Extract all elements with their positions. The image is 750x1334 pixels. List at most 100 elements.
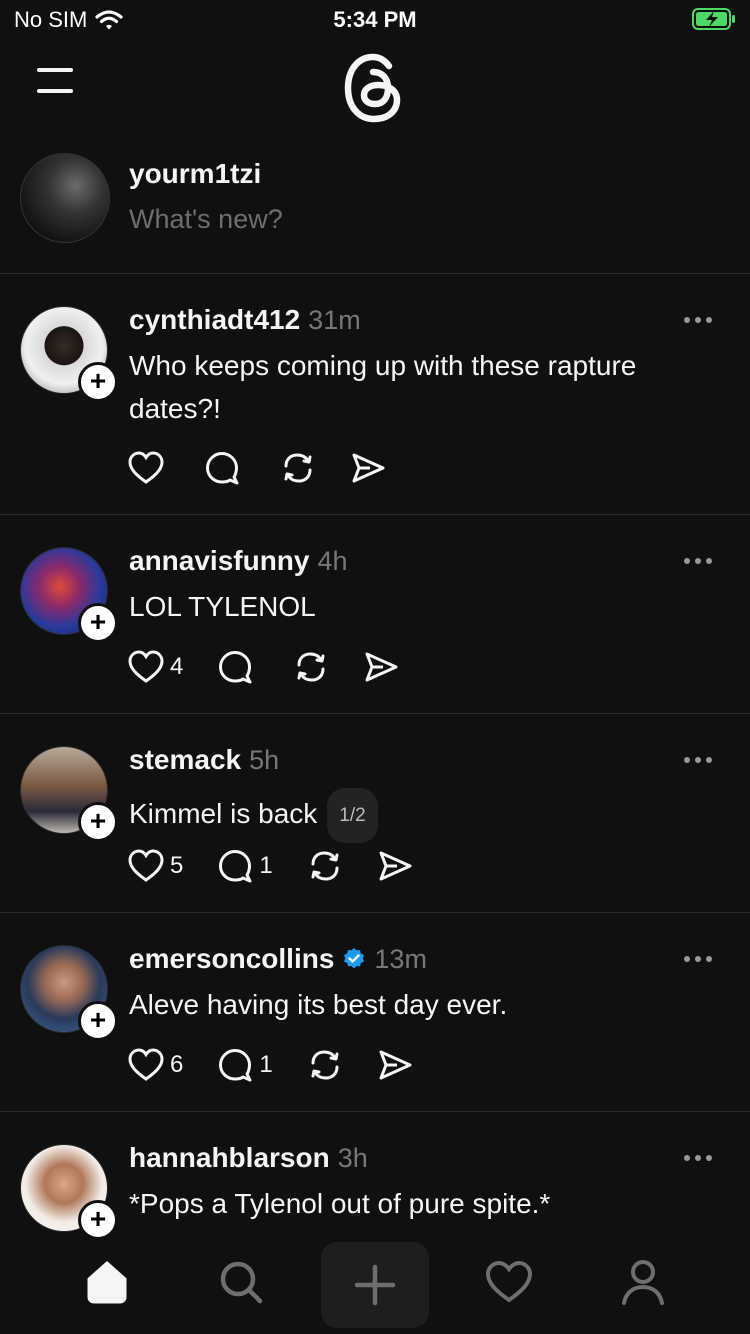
post-avatar[interactable]: + xyxy=(20,945,118,1041)
tab-profile[interactable] xyxy=(613,1252,673,1312)
send-icon xyxy=(379,851,412,881)
tab-compose[interactable] xyxy=(321,1242,429,1328)
more-options-button[interactable] xyxy=(684,1148,720,1168)
post-avatar[interactable]: + xyxy=(20,547,118,643)
comment-icon xyxy=(206,452,239,485)
reply-button[interactable]: 1 xyxy=(217,1047,273,1083)
post-actions: 6 1 xyxy=(128,1047,447,1083)
more-options-button[interactable] xyxy=(684,310,720,330)
tab-search[interactable] xyxy=(211,1252,271,1312)
post-time: 3h xyxy=(337,1142,368,1173)
verified-badge-icon xyxy=(344,948,365,969)
post-username[interactable]: annavisfunny xyxy=(129,545,309,577)
status-time: 5:34 PM xyxy=(333,7,417,32)
reply-button[interactable]: 1 xyxy=(217,848,273,884)
activity-heart-icon xyxy=(485,1260,533,1303)
post-text: *Pops a Tylenol out of pure spite.* xyxy=(129,1188,551,1219)
comment-icon xyxy=(219,850,252,883)
follow-button[interactable]: + xyxy=(78,362,118,402)
feed-post: + emersoncollins 13m Aleve having its be… xyxy=(0,913,750,1112)
thread-pager-badge: 1/2 xyxy=(327,788,378,843)
tab-home[interactable] xyxy=(77,1252,137,1312)
post-text: Kimmel is back xyxy=(129,797,318,829)
reply-count: 1 xyxy=(259,852,273,879)
reply-count: 1 xyxy=(259,1051,273,1078)
menu-button[interactable] xyxy=(34,68,78,104)
post-username[interactable]: stemack xyxy=(129,744,241,776)
post-time: 5h xyxy=(249,744,280,775)
post-avatar[interactable]: + xyxy=(20,746,118,842)
tab-activity[interactable] xyxy=(479,1252,539,1312)
send-icon xyxy=(365,652,398,682)
comment-icon xyxy=(219,651,252,684)
post-text-row: Kimmel is back 1/2 xyxy=(129,788,719,843)
follow-button[interactable]: + xyxy=(78,802,118,842)
post-header: emersoncollins 13m xyxy=(129,943,427,975)
repost-button[interactable] xyxy=(280,450,316,486)
post-username[interactable]: emersoncollins xyxy=(129,943,334,975)
post-avatar[interactable]: + xyxy=(20,1144,118,1240)
send-icon xyxy=(379,1050,412,1080)
send-icon xyxy=(352,453,385,483)
post-text: Aleve having its best day ever. xyxy=(129,989,508,1020)
post-time: 31m xyxy=(308,304,361,335)
threads-logo-icon[interactable] xyxy=(342,52,408,124)
new-thread-composer[interactable]: yourm1tzi What's new? xyxy=(0,145,750,274)
profile-icon xyxy=(622,1260,664,1305)
post-text: Who keeps coming up with these rapture d… xyxy=(129,350,637,424)
share-button[interactable] xyxy=(377,1047,413,1083)
like-count: 5 xyxy=(170,852,184,879)
post-username[interactable]: cynthiadt412 xyxy=(129,304,300,336)
search-icon xyxy=(220,1261,263,1304)
heart-icon xyxy=(128,650,164,683)
heart-icon xyxy=(128,1048,164,1081)
reply-button[interactable] xyxy=(217,649,259,685)
more-options-button[interactable] xyxy=(684,949,720,969)
post-header: annavisfunny 4h xyxy=(129,545,348,577)
comment-icon xyxy=(219,1049,252,1082)
like-button[interactable]: 5 xyxy=(128,849,183,883)
feed-post: + annavisfunny 4h LOL TYLENOL 4 xyxy=(0,515,750,714)
repost-button[interactable] xyxy=(293,649,329,685)
menu-line xyxy=(37,89,73,93)
home-icon xyxy=(87,1261,127,1304)
like-count: 4 xyxy=(170,653,184,680)
battery-charging-icon xyxy=(692,8,735,30)
bottom-tab-bar xyxy=(0,1240,750,1334)
follow-button[interactable]: + xyxy=(78,1200,118,1240)
more-options-button[interactable] xyxy=(684,551,720,571)
like-button[interactable] xyxy=(128,451,170,485)
repost-icon xyxy=(297,652,325,682)
composer-username: yourm1tzi xyxy=(129,158,262,189)
feed-post: + cynthiadt412 31m Who keeps coming up w… xyxy=(0,274,750,515)
post-username[interactable]: hannahblarson xyxy=(129,1142,330,1174)
follow-button[interactable]: + xyxy=(78,1001,118,1041)
status-bar: No SIM 5:34 PM xyxy=(0,0,750,40)
repost-icon xyxy=(311,1050,339,1080)
menu-line xyxy=(37,68,73,72)
repost-icon xyxy=(284,453,312,483)
like-count: 6 xyxy=(170,1051,184,1078)
feed-post: + stemack 5h Kimmel is back 1/2 5 1 xyxy=(0,714,750,913)
heart-icon xyxy=(128,849,164,882)
more-options-button[interactable] xyxy=(684,750,720,770)
composer-input[interactable]: What's new? xyxy=(129,204,283,235)
follow-button[interactable]: + xyxy=(78,603,118,643)
post-time: 13m xyxy=(374,943,427,974)
reply-button[interactable] xyxy=(204,450,246,486)
post-actions: 4 xyxy=(128,649,433,685)
post-header: stemack 5h xyxy=(129,744,279,776)
compose-plus-icon xyxy=(354,1264,396,1306)
post-avatar[interactable]: + xyxy=(20,306,118,402)
post-time: 4h xyxy=(317,545,348,576)
post-header: hannahblarson 3h xyxy=(129,1142,368,1174)
share-button[interactable] xyxy=(350,450,386,486)
repost-button[interactable] xyxy=(307,848,343,884)
repost-button[interactable] xyxy=(307,1047,343,1083)
share-button[interactable] xyxy=(377,848,413,884)
like-button[interactable]: 4 xyxy=(128,650,183,684)
like-button[interactable]: 6 xyxy=(128,1048,183,1082)
post-header: cynthiadt412 31m xyxy=(129,304,361,336)
share-button[interactable] xyxy=(363,649,399,685)
top-bar xyxy=(0,50,750,130)
